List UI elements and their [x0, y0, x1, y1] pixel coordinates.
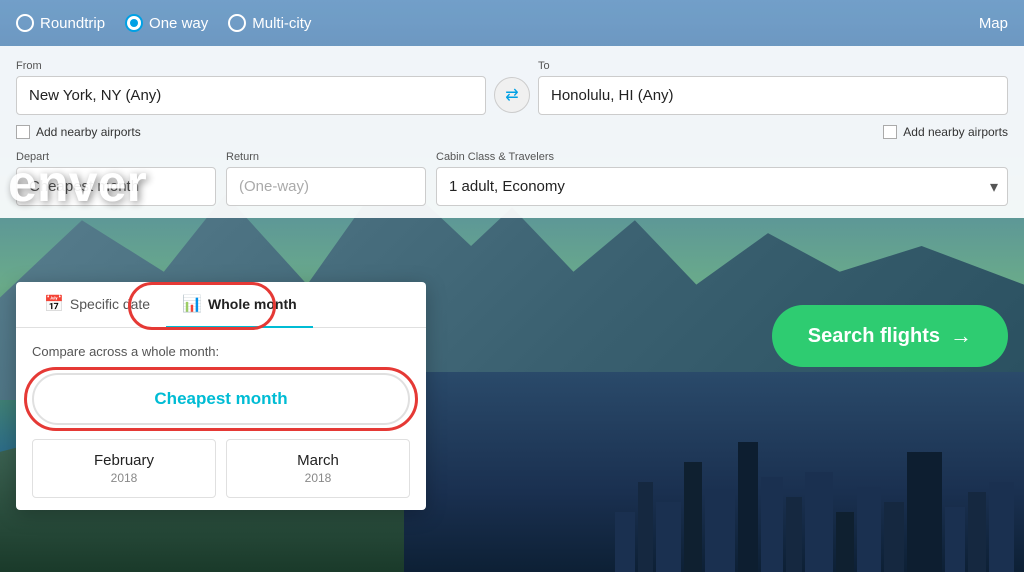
map-button[interactable]: Map	[979, 15, 1008, 32]
building	[884, 502, 904, 572]
top-bar: Roundtrip One way Multi-city Map	[0, 0, 1024, 46]
date-dropdown-panel: 📅 Specific date 📊 Whole month Compare ac…	[16, 282, 426, 510]
compare-label: Compare across a whole month:	[32, 344, 410, 359]
bar-chart-icon: 📊	[182, 294, 202, 314]
specific-date-tab[interactable]: 📅 Specific date	[28, 282, 166, 328]
building	[968, 492, 986, 572]
building	[907, 452, 942, 572]
oneway-option[interactable]: One way	[125, 14, 208, 32]
from-nearby-option[interactable]: Add nearby airports	[16, 125, 141, 139]
from-to-row: From ⇄ To	[16, 60, 1008, 115]
building	[805, 472, 833, 572]
from-field-group: From	[16, 60, 486, 115]
skyline	[404, 412, 1024, 572]
from-nearby-label: Add nearby airports	[36, 125, 141, 139]
roundtrip-radio[interactable]	[16, 14, 34, 32]
city-text: enver	[0, 154, 155, 218]
dropdown-content: Compare across a whole month: Cheapest m…	[16, 328, 426, 498]
building	[684, 462, 702, 572]
cabin-label: Cabin Class & Travelers	[436, 151, 1008, 163]
to-nearby-label: Add nearby airports	[903, 125, 1008, 139]
to-label: To	[538, 60, 1008, 72]
building	[738, 442, 758, 572]
roundtrip-label: Roundtrip	[40, 15, 105, 32]
to-nearby-checkbox[interactable]	[883, 125, 897, 139]
building	[638, 482, 653, 572]
search-flights-button[interactable]: Search flights →	[772, 305, 1008, 367]
from-nearby-checkbox[interactable]	[16, 125, 30, 139]
skyline-bg	[404, 372, 1024, 572]
oneway-radio[interactable]	[125, 14, 143, 32]
cabin-select[interactable]: 1 adult, Economy	[436, 167, 1008, 206]
from-label: From	[16, 60, 486, 72]
march-option[interactable]: March 2018	[226, 439, 410, 498]
to-input[interactable]	[538, 76, 1008, 115]
main-content: Roundtrip One way Multi-city Map From ⇄	[0, 0, 1024, 218]
specific-date-label: Specific date	[70, 296, 150, 312]
building	[761, 477, 783, 572]
oneway-label: One way	[149, 15, 208, 32]
multicity-label: Multi-city	[252, 15, 311, 32]
cheapest-month-option[interactable]: Cheapest month	[32, 373, 410, 425]
building	[836, 512, 854, 572]
cabin-select-wrapper: 1 adult, Economy	[436, 167, 1008, 206]
building	[705, 492, 735, 572]
february-year: 2018	[41, 471, 207, 485]
to-field-group: To	[538, 60, 1008, 115]
tab-row: 📅 Specific date 📊 Whole month	[16, 282, 426, 328]
cheapest-month-wrapper: Cheapest month	[32, 373, 410, 425]
february-name: February	[41, 452, 207, 469]
search-flights-label: Search flights	[808, 325, 940, 348]
roundtrip-option[interactable]: Roundtrip	[16, 14, 105, 32]
building	[615, 512, 635, 572]
march-year: 2018	[235, 471, 401, 485]
city-partial: enver	[0, 138, 412, 218]
building	[786, 497, 802, 572]
whole-month-label: Whole month	[208, 296, 297, 312]
february-option[interactable]: February 2018	[32, 439, 216, 498]
multicity-radio[interactable]	[228, 14, 246, 32]
whole-month-tab[interactable]: 📊 Whole month	[166, 282, 313, 328]
to-nearby-option[interactable]: Add nearby airports	[883, 125, 1008, 139]
calendar-icon: 📅	[44, 294, 64, 314]
building	[945, 507, 965, 572]
multicity-option[interactable]: Multi-city	[228, 14, 311, 32]
month-grid: February 2018 March 2018	[32, 439, 410, 498]
from-input[interactable]	[16, 76, 486, 115]
march-name: March	[235, 452, 401, 469]
building	[857, 487, 881, 572]
swap-button[interactable]: ⇄	[494, 77, 530, 113]
building	[656, 502, 681, 572]
trip-type-group: Roundtrip One way Multi-city	[16, 14, 979, 32]
nearby-row: Add nearby airports Add nearby airports	[16, 125, 1008, 139]
building	[989, 482, 1014, 572]
arrow-icon: →	[950, 323, 972, 349]
cabin-field-group: Cabin Class & Travelers 1 adult, Economy	[436, 151, 1008, 206]
